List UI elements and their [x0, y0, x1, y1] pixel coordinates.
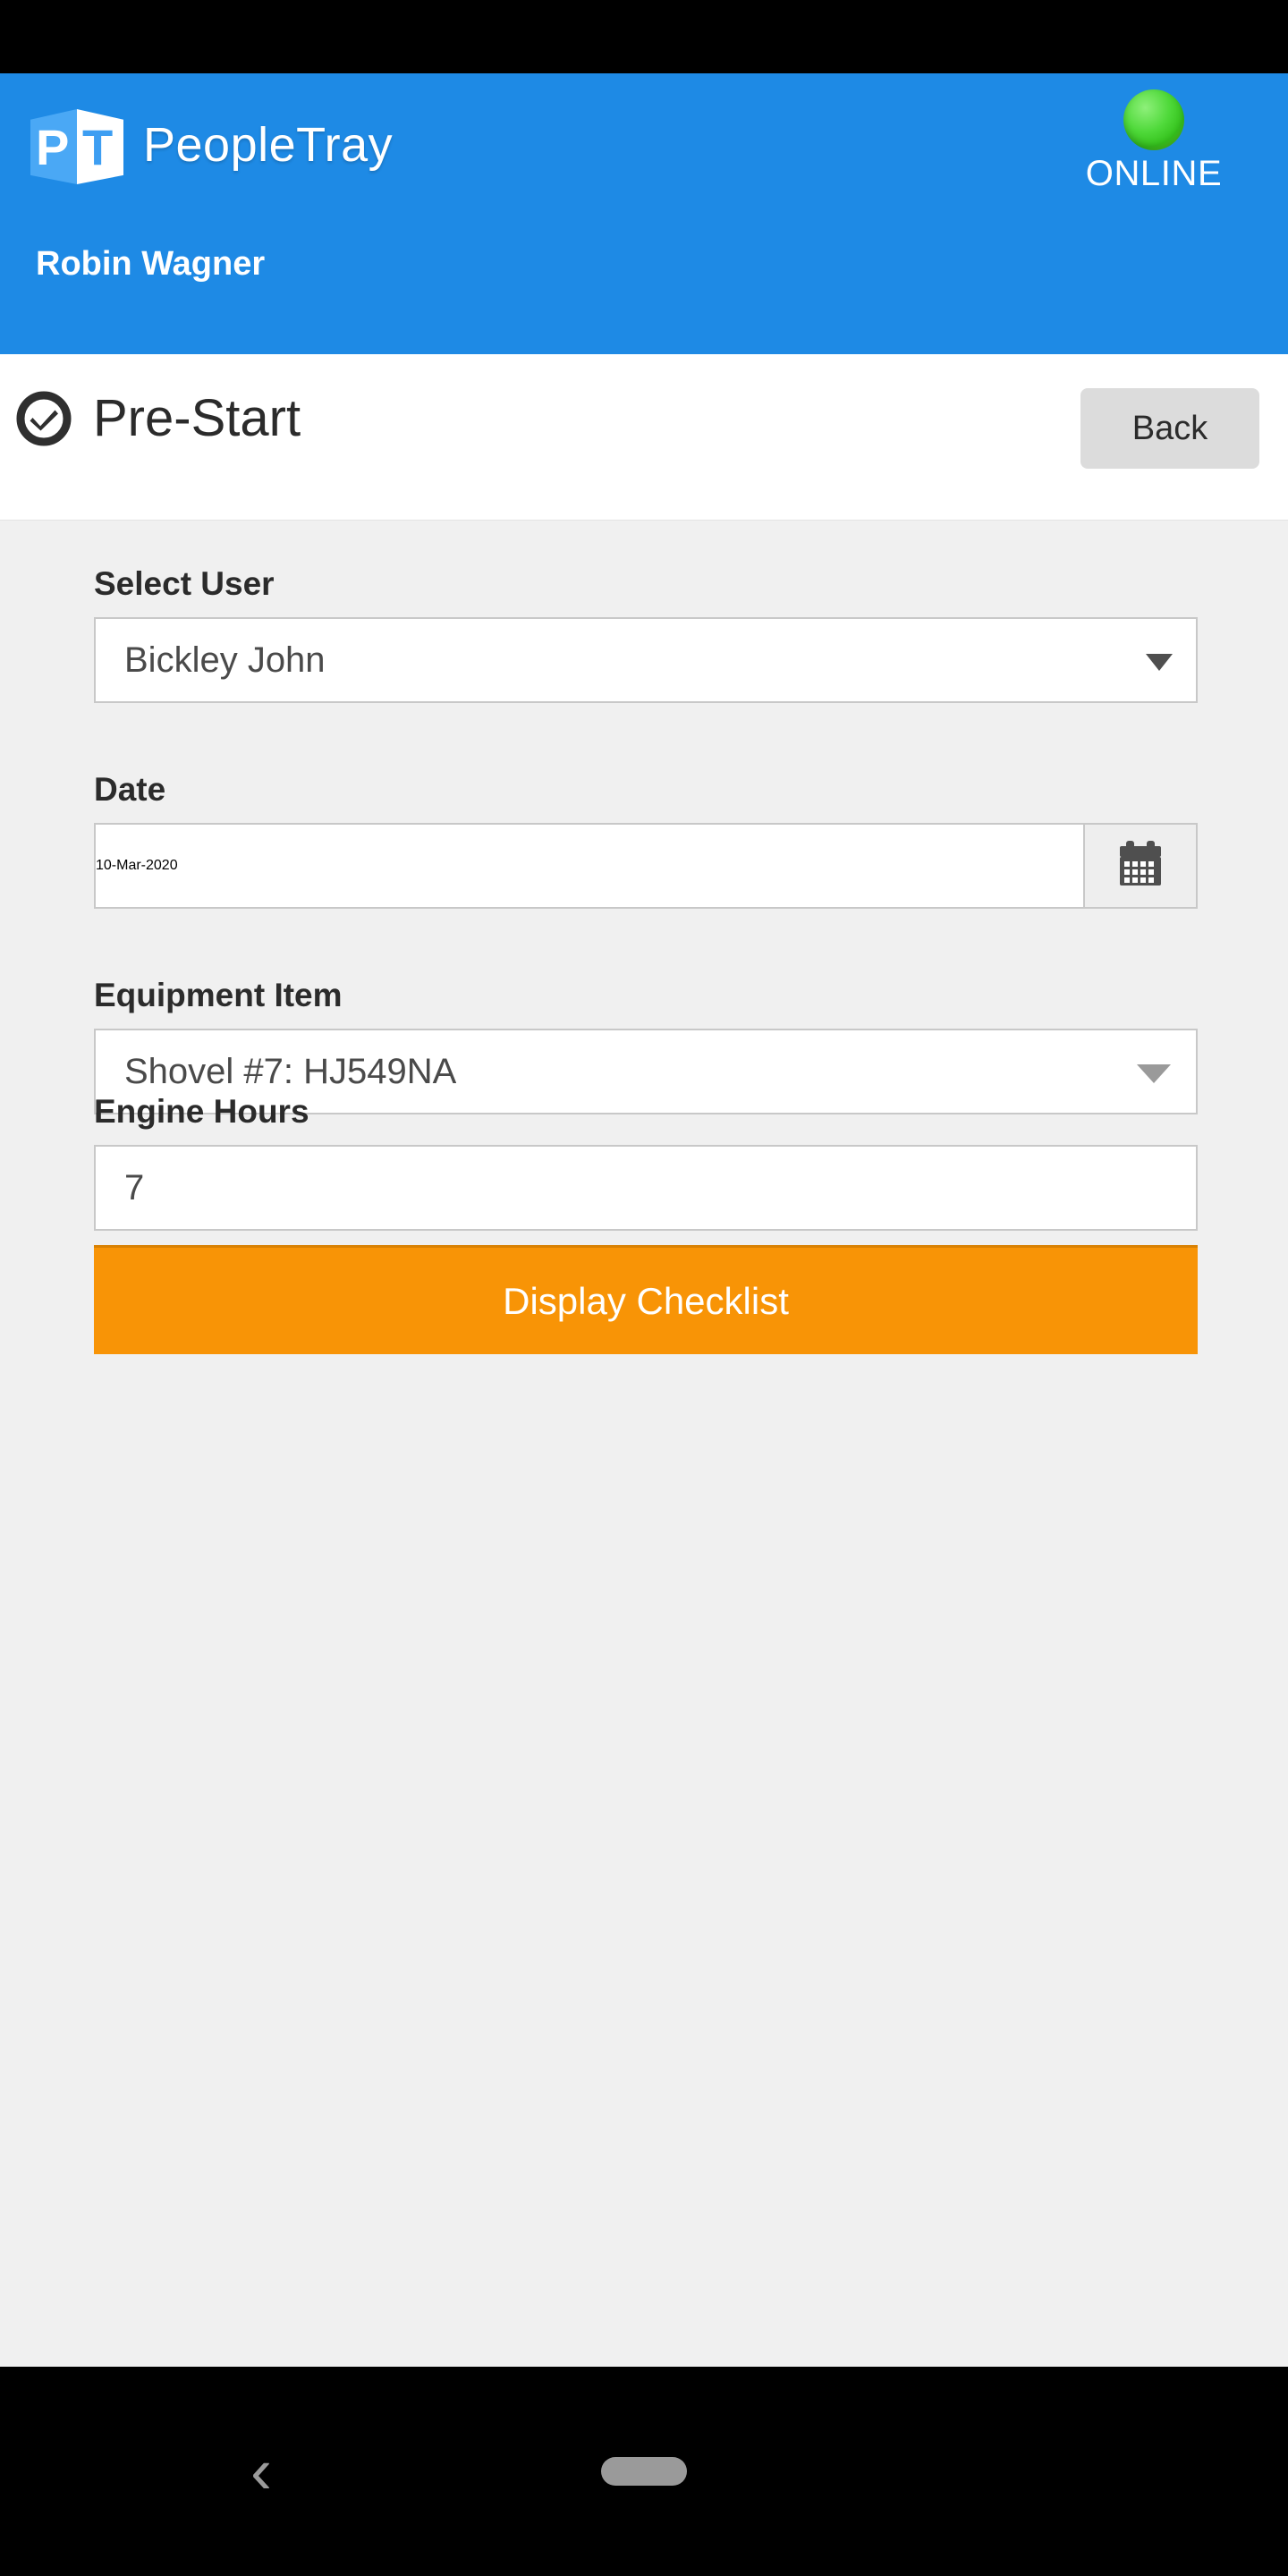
- system-navigation-bar: ‹: [0, 2367, 1288, 2576]
- system-status-bar: [0, 0, 1288, 73]
- online-indicator-icon: [1123, 89, 1184, 150]
- peopletray-logo: P T: [29, 97, 125, 193]
- label-equipment-item: Equipment Item: [94, 977, 343, 1013]
- connection-status[interactable]: ONLINE: [1073, 89, 1234, 194]
- logo-letter-t: T: [82, 119, 114, 175]
- check-circle-icon: [16, 391, 72, 446]
- brand-row: P T PeopleTray: [29, 91, 393, 199]
- field-date: Date 10-Mar-2020: [94, 771, 1198, 909]
- page-title: Pre-Start: [93, 389, 301, 447]
- date-value: 10-Mar-2020: [96, 858, 178, 873]
- app-screen: P T PeopleTray ONLINE Robin Wagner Pre-S…: [0, 0, 1288, 2576]
- select-user-dropdown[interactable]: Bickley John: [94, 617, 1198, 703]
- back-button[interactable]: Back: [1080, 388, 1259, 469]
- equipment-item-value: Shovel #7: HJ549NA: [124, 1051, 457, 1091]
- chevron-down-icon: [1146, 654, 1173, 671]
- logo-letter-p: P: [36, 119, 70, 175]
- label-select-user: Select User: [94, 565, 275, 602]
- field-engine-hours: Engine Hours 7: [94, 1093, 1198, 1231]
- chevron-down-icon: [1137, 1064, 1171, 1083]
- engine-hours-input[interactable]: 7: [94, 1145, 1198, 1231]
- online-status-label: ONLINE: [1085, 154, 1223, 193]
- label-date: Date: [94, 771, 166, 808]
- calendar-icon: [1114, 839, 1166, 894]
- nav-home-pill-icon[interactable]: [601, 2457, 687, 2486]
- date-row: 10-Mar-2020: [94, 823, 1198, 909]
- date-input[interactable]: 10-Mar-2020: [94, 823, 1083, 909]
- logged-in-user-name: Robin Wagner: [36, 245, 266, 283]
- app-header: P T PeopleTray ONLINE Robin Wagner: [0, 73, 1288, 354]
- form-content: Select User Bickley John Date 10-Mar-202…: [0, 521, 1288, 2367]
- nav-back-icon[interactable]: ‹: [250, 2439, 272, 2504]
- page-title-bar: Pre-Start Back: [0, 354, 1288, 521]
- field-select-user: Select User Bickley John: [94, 565, 1198, 703]
- display-checklist-button[interactable]: Display Checklist: [94, 1245, 1198, 1354]
- engine-hours-value: 7: [124, 1167, 145, 1208]
- calendar-picker-button[interactable]: [1083, 823, 1198, 909]
- brand-name: PeopleTray: [143, 118, 394, 172]
- page-title-group: Pre-Start: [16, 388, 301, 448]
- label-engine-hours: Engine Hours: [94, 1093, 309, 1130]
- select-user-value: Bickley John: [124, 640, 326, 680]
